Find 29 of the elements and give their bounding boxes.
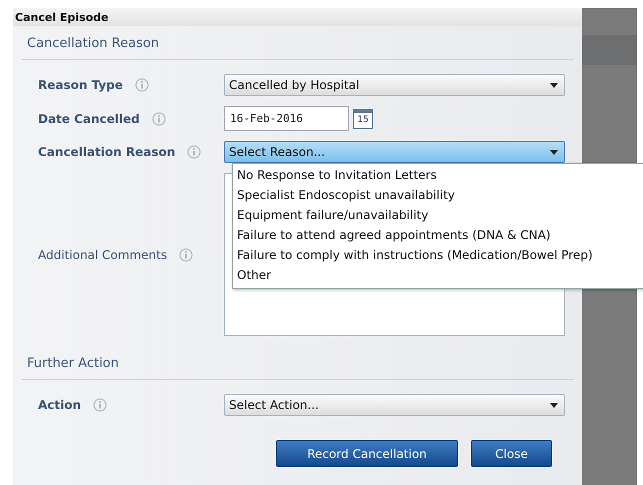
record-button[interactable]: Record Cancellation (276, 440, 458, 467)
calendar-icon[interactable]: 15 (353, 108, 373, 128)
caret-icon (550, 82, 558, 88)
dropdown-select[interactable]: Cancelled by Hospital (224, 74, 565, 96)
dialog-title: Cancel Episode (15, 10, 109, 24)
caret-icon (550, 402, 558, 408)
date-field[interactable]: 16-Feb-2016 (224, 106, 349, 131)
field-label: Reason Type (38, 78, 123, 92)
info-icon[interactable] (93, 398, 108, 412)
dropdown-option[interactable]: No Response to Invitation Letters (233, 166, 643, 186)
info-icon[interactable] (152, 112, 166, 126)
dropdown-select[interactable]: Select Action... (224, 394, 565, 416)
dropdown-select[interactable]: Select Reason... (224, 141, 565, 163)
info-icon[interactable] (187, 145, 202, 159)
info-icon[interactable] (179, 248, 194, 262)
info-icon[interactable] (134, 78, 149, 92)
field-label: Action (38, 398, 82, 412)
dropdown-option[interactable]: Other (233, 266, 643, 286)
dropdown-option[interactable]: Failure to comply with instructions (Medication/Bowel Prep) (233, 246, 643, 266)
caret-icon (550, 150, 558, 154)
field-label: Cancellation Reason (38, 145, 176, 159)
field-label: Date Cancelled (38, 112, 140, 126)
close-button[interactable]: Close (471, 440, 552, 467)
dropdown-option[interactable]: Equipment failure/unavailability (233, 206, 643, 226)
dropdown-option[interactable]: Specialist Endoscopist unavailability (233, 186, 643, 206)
dropdown-option[interactable]: Failure to attend agreed appointments (DNA & CNA) (233, 226, 643, 246)
field-label: Additional Comments (38, 248, 168, 262)
section-heading: Further Action (21, 346, 574, 380)
section-heading: Cancellation Reason (21, 26, 574, 60)
